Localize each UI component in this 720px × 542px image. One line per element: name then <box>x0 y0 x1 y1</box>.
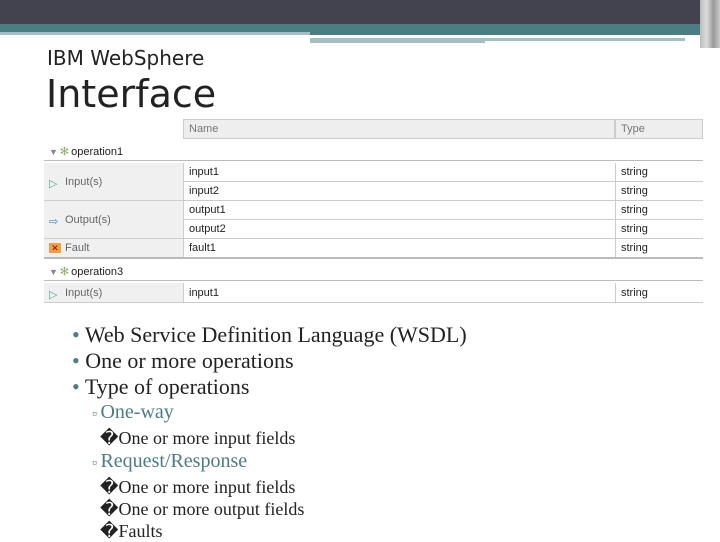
bullet: One or more operations <box>72 348 467 374</box>
slide-title: Interface <box>46 72 217 116</box>
operation-name: operation1 <box>71 145 124 158</box>
input-arrow-icon: ▷ <box>49 288 58 301</box>
group-label: Output(s) <box>65 213 111 226</box>
scrollbar[interactable] <box>700 0 720 48</box>
operation-name: operation3 <box>71 265 124 278</box>
bullet: Web Service Definition Language (WSDL) <box>72 322 467 348</box>
param-name[interactable]: output1 <box>183 201 615 219</box>
fault-icon: ✕ <box>49 243 61 253</box>
sub-sub-bullet: �One or more input fields <box>100 477 296 497</box>
output-arrow-icon: ⇨ <box>49 215 59 228</box>
accent-strip <box>0 32 310 35</box>
table-row: output1 string <box>183 201 703 220</box>
expand-triangle-icon[interactable]: ▼ <box>49 147 58 157</box>
slide-subtitle: IBM WebSphere <box>47 46 205 70</box>
param-type[interactable]: string <box>615 163 703 181</box>
param-type[interactable]: string <box>615 182 703 200</box>
table-row: ▷ Input(s) input1 string <box>44 283 703 303</box>
sub-bullet: One-way <box>78 400 467 427</box>
bullet: Type of operations <box>72 374 467 400</box>
accent-strip <box>310 32 700 35</box>
operation-icon: ✻ <box>59 266 70 278</box>
table-row: ✕ Fault fault1 string <box>44 239 703 259</box>
sub-sub-bullet: �One or more input fields <box>100 428 296 448</box>
sub-sub-bullet: �One or more output fields <box>100 499 305 519</box>
param-name[interactable]: input2 <box>183 182 615 200</box>
table-row: input1 string <box>183 163 703 182</box>
group-label: Fault <box>65 242 90 254</box>
group-label: Input(s) <box>65 175 103 188</box>
sub-bullet: Request/Response <box>78 449 467 476</box>
table-row: output2 string <box>183 220 703 239</box>
sub-sub-bullet: �Faults <box>100 521 163 541</box>
param-type[interactable]: string <box>615 283 703 302</box>
param-name[interactable]: output2 <box>183 220 615 238</box>
operation-row[interactable]: ▼ ✻ operation1 <box>44 143 703 161</box>
table-row: input2 string <box>183 182 703 201</box>
param-name[interactable]: input1 <box>183 283 615 302</box>
param-type[interactable]: string <box>615 220 703 238</box>
accent-strip <box>310 38 485 43</box>
accent-strip <box>485 38 685 41</box>
accent-band <box>0 24 720 32</box>
param-name[interactable]: input1 <box>183 163 615 181</box>
param-name[interactable]: fault1 <box>183 239 615 257</box>
operation-row[interactable]: ▼ ✻ operation3 <box>44 263 703 281</box>
param-type[interactable]: string <box>615 239 703 257</box>
bullet-list: Web Service Definition Language (WSDL) O… <box>72 322 467 542</box>
operation-icon: ✻ <box>59 146 70 158</box>
group-label: Input(s) <box>65 286 103 299</box>
top-banner <box>0 0 720 24</box>
column-header-name[interactable]: Name <box>183 119 615 139</box>
column-header-type[interactable]: Type <box>615 119 703 139</box>
expand-triangle-icon[interactable]: ▼ <box>49 267 58 277</box>
input-arrow-icon: ▷ <box>49 177 58 190</box>
param-type[interactable]: string <box>615 201 703 219</box>
